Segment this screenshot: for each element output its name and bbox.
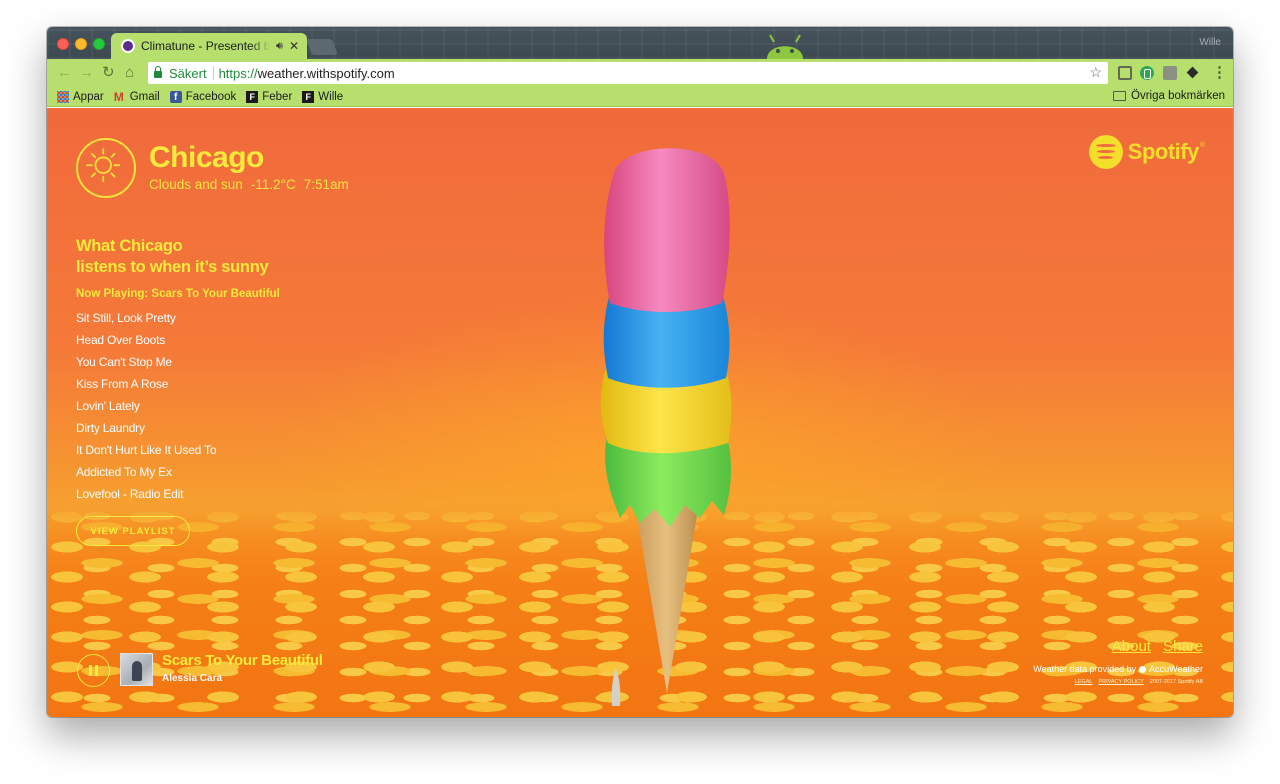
browser-menu-icon[interactable]: ⋮ bbox=[1212, 64, 1227, 81]
track-item[interactable]: Lovin' Lately bbox=[76, 396, 216, 418]
sun-icon bbox=[76, 138, 136, 198]
pause-icon bbox=[89, 665, 92, 676]
legal-link[interactable]: LEGAL bbox=[1075, 679, 1093, 685]
about-link[interactable]: About bbox=[1112, 638, 1151, 655]
track-item[interactable]: Lovefool - Radio Edit bbox=[76, 484, 216, 506]
spotify-favicon-icon bbox=[121, 39, 135, 53]
feber-icon: F bbox=[246, 90, 259, 103]
accuweather-icon bbox=[1139, 665, 1147, 673]
share-link[interactable]: Share bbox=[1163, 638, 1203, 655]
android-theme-icon bbox=[767, 34, 803, 59]
feber-icon: F bbox=[302, 90, 315, 103]
layers-extension-icon[interactable] bbox=[1186, 66, 1200, 80]
footer-links: About Share bbox=[1112, 638, 1203, 655]
spotify-logo[interactable]: Spotify ® bbox=[1088, 135, 1205, 169]
spotify-wordmark: Spotify bbox=[1127, 139, 1200, 164]
browser-tab[interactable]: Climatune - Presented by Spotify 🔊︎ ✕ bbox=[111, 33, 307, 59]
bookmark-label: Wille bbox=[318, 90, 344, 103]
playlist-heading-line: What Chicago bbox=[76, 237, 183, 255]
back-icon[interactable]: ← bbox=[57, 64, 72, 82]
tab-title: Climatune - Presented by Spotify bbox=[141, 39, 270, 53]
close-icon[interactable]: ✕ bbox=[289, 39, 299, 53]
pause-icon bbox=[95, 665, 98, 676]
small-figure-illustration bbox=[611, 668, 621, 706]
extension-icon[interactable] bbox=[1140, 66, 1154, 80]
privacy-policy-link[interactable]: PRIVACY POLICY bbox=[1098, 679, 1143, 685]
weather-credit: Weather data provided by AccuWeather bbox=[1033, 664, 1203, 674]
folder-icon bbox=[1113, 91, 1127, 101]
url-scheme: https:// bbox=[218, 65, 258, 81]
bookmarks-bar: Appar M Gmail f Facebook F Feber F Wille… bbox=[47, 87, 1233, 107]
other-bookmarks-label: Övriga bokmärken bbox=[1131, 90, 1225, 102]
facebook-icon: f bbox=[169, 90, 182, 103]
browser-toolbar: ← → ↻ ⌂ Säkert https:// weather.withspot… bbox=[47, 59, 1233, 87]
track-item[interactable]: You Can't Stop Me bbox=[76, 352, 216, 374]
home-icon[interactable]: ⌂ bbox=[125, 64, 134, 82]
bookmark-label: Facebook bbox=[185, 90, 237, 103]
bookmark-wille[interactable]: F Wille bbox=[302, 90, 344, 103]
bookmark-gmail[interactable]: M Gmail bbox=[114, 91, 160, 103]
track-item[interactable]: Head Over Boots bbox=[76, 330, 216, 352]
player-track-title[interactable]: Scars To Your Beautiful bbox=[162, 652, 323, 669]
track-item[interactable]: Dirty Laundry bbox=[76, 418, 216, 440]
track-item[interactable]: Addicted To My Ex bbox=[76, 462, 216, 484]
gmail-icon: M bbox=[113, 89, 124, 104]
city-name: Chicago bbox=[149, 141, 264, 174]
close-window-button[interactable] bbox=[57, 38, 69, 50]
cast-icon[interactable] bbox=[1118, 66, 1132, 80]
track-item[interactable]: Sit Still, Look Pretty bbox=[76, 308, 216, 330]
address-bar[interactable]: Säkert https:// weather.withspotify.com … bbox=[148, 62, 1108, 84]
pause-button[interactable] bbox=[77, 654, 110, 687]
profile-name[interactable]: Wille bbox=[1199, 37, 1221, 48]
lock-icon bbox=[154, 65, 162, 78]
minimize-window-button[interactable] bbox=[75, 38, 87, 50]
bookmark-star-icon[interactable]: ☆ bbox=[1089, 64, 1102, 81]
now-playing-label[interactable]: Now Playing: Scars To Your Beautiful bbox=[76, 288, 280, 300]
weather-conditions: Clouds and sun -11.2°C 7:51am bbox=[149, 177, 349, 192]
weather-provider: AccuWeather bbox=[1149, 664, 1203, 674]
weather-condition: Clouds and sun bbox=[149, 177, 243, 192]
reload-icon[interactable]: ↻ bbox=[102, 64, 115, 82]
browser-window: Climatune - Presented by Spotify 🔊︎ ✕ Wi… bbox=[47, 27, 1233, 717]
legal-links: LEGAL PRIVACY POLICY 2007-2017 Spotify A… bbox=[1075, 679, 1203, 685]
album-art bbox=[120, 653, 153, 686]
bookmark-facebook[interactable]: f Facebook bbox=[169, 90, 237, 103]
url-host: weather.withspotify.com bbox=[257, 65, 395, 81]
maximize-window-button[interactable] bbox=[93, 38, 105, 50]
copyright: 2007-2017 Spotify AB bbox=[1149, 679, 1203, 685]
secure-label: Säkert bbox=[169, 65, 207, 81]
bookmark-apps[interactable]: Appar bbox=[57, 90, 104, 103]
track-item[interactable]: It Don't Hurt Like It Used To bbox=[76, 440, 217, 462]
tab-strip: Climatune - Presented by Spotify 🔊︎ ✕ Wi… bbox=[47, 27, 1233, 59]
track-list: Sit Still, Look Pretty Head Over Boots Y… bbox=[76, 308, 217, 506]
local-time: 7:51am bbox=[303, 177, 349, 192]
divider bbox=[212, 66, 214, 80]
forward-icon[interactable]: → bbox=[79, 64, 94, 82]
apps-icon bbox=[57, 90, 69, 103]
bookmark-label: Appar bbox=[73, 90, 104, 103]
player-artist-name[interactable]: Alessia Cara bbox=[162, 673, 222, 684]
climatune-page: Chicago Clouds and sun -11.2°C 7:51am Wh… bbox=[47, 108, 1233, 717]
view-playlist-button[interactable]: VIEW PLAYLIST bbox=[76, 516, 190, 546]
bookmark-label: Gmail bbox=[129, 90, 160, 103]
temperature: -11.2°C bbox=[250, 177, 296, 192]
trademark-icon: ® bbox=[1199, 142, 1205, 149]
playlist-heading: What Chicago listens to when it’s sunny bbox=[76, 236, 269, 278]
track-item[interactable]: Kiss From A Rose bbox=[76, 374, 216, 396]
ice-cream-cone-illustration bbox=[600, 148, 732, 693]
new-tab-button[interactable] bbox=[306, 39, 338, 55]
other-bookmarks[interactable]: Övriga bokmärken bbox=[1113, 90, 1225, 102]
weather-credit-label: Weather data provided by bbox=[1033, 664, 1137, 674]
playlist-heading-line: listens to when it’s sunny bbox=[76, 258, 269, 276]
bookmark-feber[interactable]: F Feber bbox=[246, 90, 293, 103]
mail-extension-icon[interactable] bbox=[1163, 66, 1177, 80]
spotify-icon bbox=[1088, 135, 1123, 169]
bookmark-label: Feber bbox=[262, 90, 293, 103]
speaker-icon[interactable]: 🔊︎ bbox=[276, 40, 283, 53]
